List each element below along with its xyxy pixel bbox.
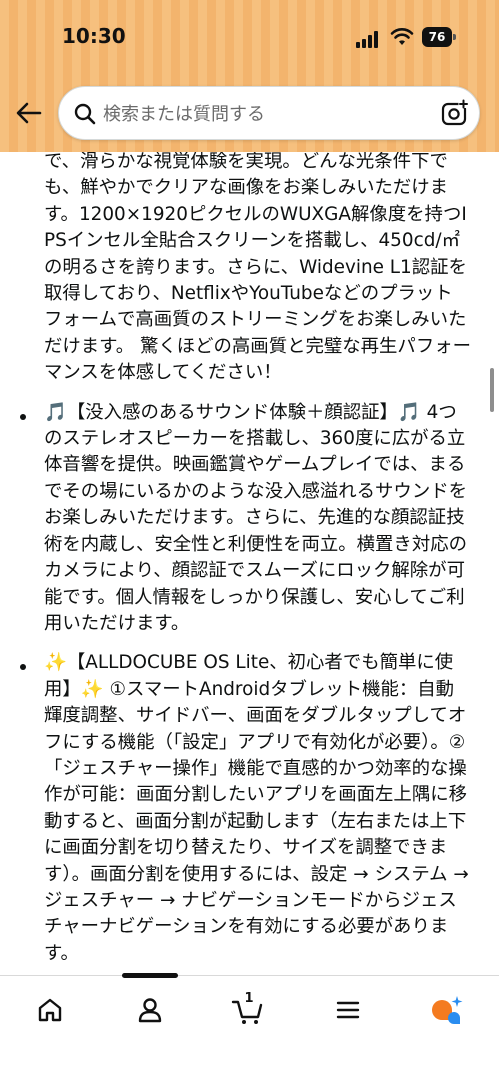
cellular-signal-icon [356, 30, 382, 48]
cart-count: 1 [244, 991, 254, 1006]
bullet-text: 🎵【没入感のあるサウンド体験＋顔認証】🎵 4つのステレオスピーカーを搭載し、36… [44, 401, 467, 634]
bullet-text: で、滑らかな視覚体験を実現。どんな光条件下でも、鮮やかでクリアな画像をお楽しみい… [44, 152, 471, 384]
status-bar: 10:30 76 [0, 0, 499, 76]
bullet-dot [20, 413, 26, 420]
menu-icon [336, 1001, 360, 1019]
back-arrow-icon[interactable] [14, 98, 44, 128]
tab-cart[interactable]: 1 [228, 990, 268, 1030]
battery-level: 76 [422, 27, 452, 47]
search-input[interactable] [103, 99, 423, 129]
account-icon [138, 998, 162, 1023]
rufus-assistant-icon [432, 996, 463, 1024]
feature-bullet: で、滑らかな視覚体験を実現。どんな光条件下でも、鮮やかでクリアな画像をお楽しみい… [0, 152, 499, 387]
tab-account[interactable] [130, 990, 170, 1030]
app-header: 10:30 76 [0, 0, 499, 152]
scrollbar[interactable] [490, 368, 494, 412]
product-details[interactable]: で、滑らかな視覚体験を実現。どんな光条件下でも、鮮やかでクリアな画像をお楽しみい… [0, 152, 499, 975]
home-icon [38, 998, 62, 1022]
search-bar[interactable] [58, 86, 480, 140]
camera-search-icon[interactable] [441, 99, 469, 127]
wifi-icon [390, 27, 414, 47]
feature-bullets: で、滑らかな視覚体験を実現。どんな光条件下でも、鮮やかでクリアな画像をお楽しみい… [0, 152, 499, 975]
status-time: 10:30 [62, 24, 126, 48]
bullet-dot [20, 664, 26, 671]
feature-bullet: 🎵【没入感のあるサウンド体験＋顔認証】🎵 4つのステレオスピーカーを搭載し、36… [0, 400, 499, 638]
search-icon [73, 102, 97, 126]
tab-rufus[interactable] [426, 990, 466, 1030]
feature-bullet: ✨【ALLDOCUBE OS Lite、初心者でも簡単に使用】✨ ①スマートAn… [0, 650, 499, 967]
bullet-text: ✨【ALLDOCUBE OS Lite、初心者でも簡単に使用】✨ ①スマートAn… [44, 652, 469, 964]
tab-home[interactable] [30, 990, 70, 1030]
battery-indicator: 76 [422, 27, 458, 47]
bottom-tab-bar: 1 [0, 973, 499, 1080]
tab-menu[interactable] [328, 990, 368, 1030]
active-tab-indicator [122, 973, 178, 978]
